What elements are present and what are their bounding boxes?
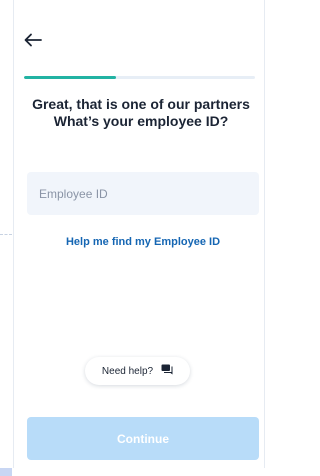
employee-id-screen: Great, that is one of our partners What’… [0,0,268,476]
progress-bar [24,76,255,79]
right-guide-line [264,0,265,468]
need-help-label: Need help? [101,365,154,377]
title-line-1: Great, that is one of our partners [32,96,250,112]
back-button[interactable] [22,32,44,52]
corner-marker [0,468,12,476]
left-guide-line [13,0,14,468]
arrow-left-icon [24,33,42,52]
left-dashed-marker [0,234,12,235]
chat-icon [161,364,173,378]
employee-id-input[interactable] [39,186,259,201]
employee-id-field[interactable] [27,172,259,215]
need-help-button[interactable]: Need help? [85,357,190,385]
page-title: Great, that is one of our partners What’… [18,96,264,130]
progress-bar-fill [24,76,117,79]
continue-button[interactable]: Continue [27,417,259,460]
find-employee-id-link[interactable]: Help me find my Employee ID [27,236,259,248]
title-line-2: What’s your employee ID? [53,113,229,129]
